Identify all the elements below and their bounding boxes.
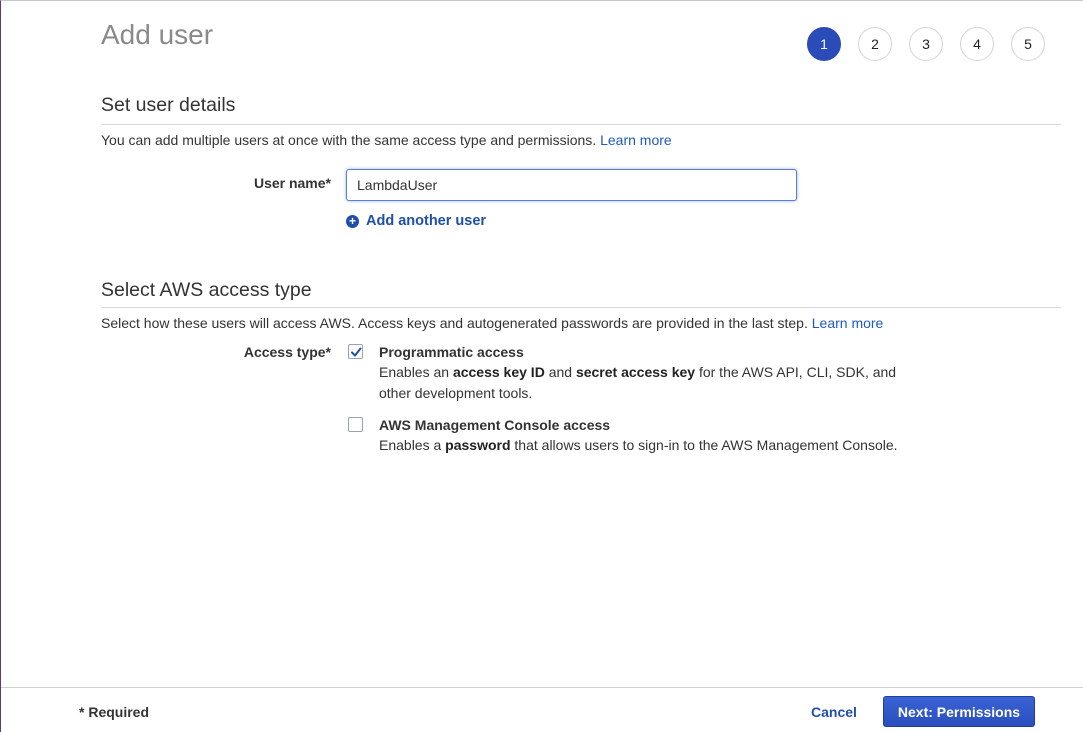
learn-more-link[interactable]: Learn more	[600, 132, 672, 148]
user-name-label: User name*	[253, 175, 331, 191]
plus-circle-icon: +	[346, 214, 359, 228]
step-2[interactable]: 2	[858, 27, 892, 61]
desc-text: that allows users to sign-in to the AWS …	[510, 437, 898, 453]
user-details-description-text: You can add multiple users at once with …	[101, 132, 597, 148]
access-type-description-text: Select how these users will access AWS. …	[101, 315, 808, 331]
section-divider	[101, 307, 1061, 308]
wizard-footer: * Required Cancel Next: Permissions	[1, 687, 1083, 732]
desc-bold: password	[445, 437, 511, 453]
desc-bold: access key ID	[452, 364, 545, 380]
console-access-title: AWS Management Console access	[379, 417, 611, 433]
console-access-description: Enables a password that allows users to …	[379, 435, 909, 456]
programmatic-access-checkbox[interactable]	[348, 344, 363, 359]
step-5[interactable]: 5	[1011, 27, 1045, 61]
user-name-input[interactable]	[346, 169, 797, 201]
section-divider	[101, 124, 1061, 125]
learn-more-link[interactable]: Learn more	[812, 315, 884, 331]
next-permissions-button[interactable]: Next: Permissions	[883, 696, 1035, 727]
access-type-heading: Select AWS access type	[101, 279, 312, 301]
cancel-button[interactable]: Cancel	[811, 704, 857, 720]
add-another-user-button[interactable]: + Add another user	[346, 213, 486, 229]
desc-text: Enables a	[379, 437, 446, 453]
wizard-steps: 1 2 3 4 5	[807, 27, 1045, 61]
console-access-checkbox[interactable]	[348, 417, 363, 432]
step-4[interactable]: 4	[960, 27, 994, 61]
checkmark-icon	[350, 347, 361, 356]
desc-bold: secret access key	[575, 364, 696, 380]
add-user-page: Add user 1 2 3 4 5 Set user details You …	[0, 0, 1083, 732]
required-note: * Required	[79, 704, 150, 720]
user-details-description: You can add multiple users at once with …	[101, 132, 672, 148]
page-title: Add user	[101, 19, 214, 50]
desc-text: Enables an	[379, 364, 453, 380]
add-another-user-label: Add another user	[366, 213, 487, 229]
access-type-description: Select how these users will access AWS. …	[101, 315, 883, 331]
step-3[interactable]: 3	[909, 27, 943, 61]
programmatic-access-description: Enables an access key ID and secret acce…	[379, 362, 909, 404]
set-user-details-heading: Set user details	[101, 94, 236, 116]
step-1[interactable]: 1	[807, 27, 841, 61]
access-type-label: Access type*	[243, 344, 331, 360]
programmatic-access-title: Programmatic access	[379, 344, 524, 360]
desc-text: and	[544, 364, 576, 380]
